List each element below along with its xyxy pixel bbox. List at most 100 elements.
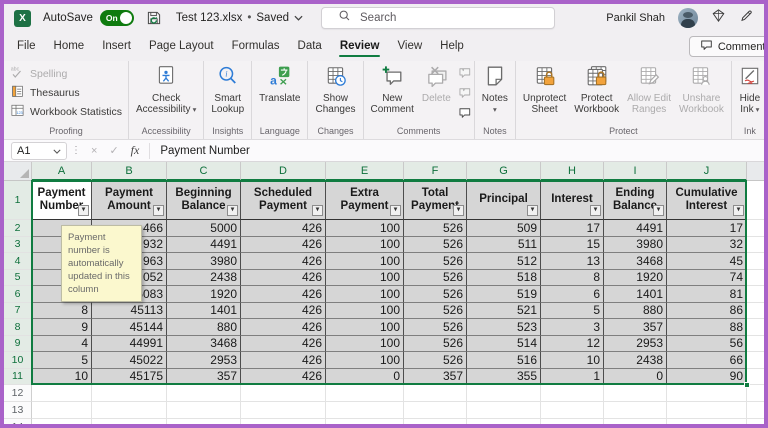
header-cell-G1[interactable]: Principal▾ [467, 181, 541, 220]
cell-E14[interactable] [326, 419, 404, 424]
filter-button-F[interactable]: ▾ [453, 205, 464, 216]
cell-C9[interactable]: 3468 [167, 336, 241, 353]
cell-C2[interactable]: 5000 [167, 220, 241, 237]
name-box[interactable]: A1 [11, 142, 67, 160]
row-header-9[interactable]: 9 [4, 336, 32, 353]
row-header-8[interactable]: 8 [4, 319, 32, 336]
row-header-11[interactable]: 11 [4, 369, 32, 386]
header-cell-E1[interactable]: ExtraPayment▾ [326, 181, 404, 220]
cell-D11[interactable]: 426 [241, 369, 326, 386]
cell-J8[interactable]: 88 [667, 319, 747, 336]
cell-I8[interactable]: 357 [604, 319, 667, 336]
cancel-icon[interactable]: × [85, 145, 103, 157]
cell-A9[interactable]: 4 [32, 336, 92, 353]
column-header-C[interactable]: C [167, 162, 241, 181]
column-header-B[interactable]: B [92, 162, 167, 181]
cell-F9[interactable]: 526 [404, 336, 467, 353]
cell-F5[interactable]: 526 [404, 270, 467, 287]
cell-D13[interactable] [241, 402, 326, 419]
cell-D14[interactable] [241, 419, 326, 424]
column-header-A[interactable]: A [32, 162, 92, 181]
cell-D12[interactable] [241, 385, 326, 402]
button-check-accessibility[interactable]: CheckAccessibility ▾ [132, 62, 200, 116]
button-notes[interactable]: Notes▾ [478, 62, 512, 116]
filter-button-D[interactable]: ▾ [312, 205, 323, 216]
cell-I3[interactable]: 3980 [604, 237, 667, 254]
cell-D9[interactable]: 426 [241, 336, 326, 353]
cell-G4[interactable]: 512 [467, 253, 541, 270]
cell-D8[interactable]: 426 [241, 319, 326, 336]
cell-F11[interactable]: 357 [404, 369, 467, 386]
cell-K5[interactable] [747, 270, 764, 287]
button-translate[interactable]: aTranslate [255, 62, 304, 104]
cell-I7[interactable]: 880 [604, 303, 667, 320]
row-header-12[interactable]: 12 [4, 385, 32, 402]
user-avatar[interactable] [678, 8, 698, 28]
cell-C14[interactable] [167, 419, 241, 424]
filter-button-B[interactable]: ▾ [153, 205, 164, 216]
cell-C5[interactable]: 2438 [167, 270, 241, 287]
cell-B8[interactable]: 45144 [92, 319, 167, 336]
cell-E11[interactable]: 0 [326, 369, 404, 386]
tab-view[interactable]: View [388, 34, 431, 59]
button-show-comments[interactable] [458, 106, 471, 124]
cell-I12[interactable] [604, 385, 667, 402]
cell-K7[interactable] [747, 303, 764, 320]
cell-H9[interactable]: 12 [541, 336, 604, 353]
cell-F12[interactable] [404, 385, 467, 402]
column-header-F[interactable]: F [404, 162, 467, 181]
cell-E2[interactable]: 100 [326, 220, 404, 237]
cell-G2[interactable]: 509 [467, 220, 541, 237]
tab-page-layout[interactable]: Page Layout [140, 34, 223, 59]
cell-B12[interactable] [92, 385, 167, 402]
row-header-5[interactable]: 5 [4, 270, 32, 287]
cell-E10[interactable]: 100 [326, 352, 404, 369]
cell-H13[interactable] [541, 402, 604, 419]
cell-A7[interactable]: 8 [32, 303, 92, 320]
row-header-13[interactable]: 13 [4, 402, 32, 419]
cell-A11[interactable]: 10 [32, 369, 92, 386]
select-all-corner[interactable] [4, 162, 32, 181]
cell-G3[interactable]: 511 [467, 237, 541, 254]
cell-F8[interactable]: 526 [404, 319, 467, 336]
cell-D2[interactable]: 426 [241, 220, 326, 237]
cell-G10[interactable]: 516 [467, 352, 541, 369]
column-header-E[interactable]: E [326, 162, 404, 181]
cell-C3[interactable]: 4491 [167, 237, 241, 254]
row-header-3[interactable]: 3 [4, 237, 32, 254]
tab-home[interactable]: Home [45, 34, 94, 59]
button-workbook-statistics[interactable]: 123Workbook Statistics [7, 102, 125, 121]
tab-review[interactable]: Review [331, 34, 389, 59]
cell-E3[interactable]: 100 [326, 237, 404, 254]
cell-F2[interactable]: 526 [404, 220, 467, 237]
cell-J4[interactable]: 45 [667, 253, 747, 270]
cell-F4[interactable]: 526 [404, 253, 467, 270]
cell-E12[interactable] [326, 385, 404, 402]
cell-G11[interactable]: 355 [467, 369, 541, 386]
cell-B9[interactable]: 44991 [92, 336, 167, 353]
column-header-G[interactable]: G [467, 162, 541, 181]
filter-button-G[interactable]: ▾ [527, 205, 538, 216]
cell-F6[interactable]: 526 [404, 286, 467, 303]
button-unprotect-sheet[interactable]: UnprotectSheet [519, 62, 570, 116]
cell-C7[interactable]: 1401 [167, 303, 241, 320]
cell-J12[interactable] [667, 385, 747, 402]
column-header-D[interactable]: D [241, 162, 326, 181]
cell-B7[interactable]: 45113 [92, 303, 167, 320]
cell-K14[interactable] [747, 419, 764, 424]
filter-button-C[interactable]: ▾ [227, 205, 238, 216]
filter-button-J[interactable]: ▾ [733, 205, 744, 216]
cell-H7[interactable]: 5 [541, 303, 604, 320]
header-cell-A1[interactable]: PaymentNumber▾ [32, 181, 92, 220]
row-header-7[interactable]: 7 [4, 303, 32, 320]
cell-G9[interactable]: 514 [467, 336, 541, 353]
cell-H5[interactable]: 8 [541, 270, 604, 287]
cell-D5[interactable]: 426 [241, 270, 326, 287]
row-header-1[interactable]: 1 [4, 181, 32, 220]
cell-H8[interactable]: 3 [541, 319, 604, 336]
cell-B14[interactable] [92, 419, 167, 424]
document-title[interactable]: Test 123.xlsx • Saved [176, 12, 303, 24]
tab-file[interactable]: File [8, 34, 45, 59]
button-thesaurus[interactable]: Thesaurus [7, 83, 83, 102]
button-new-comment[interactable]: NewComment [367, 62, 418, 116]
